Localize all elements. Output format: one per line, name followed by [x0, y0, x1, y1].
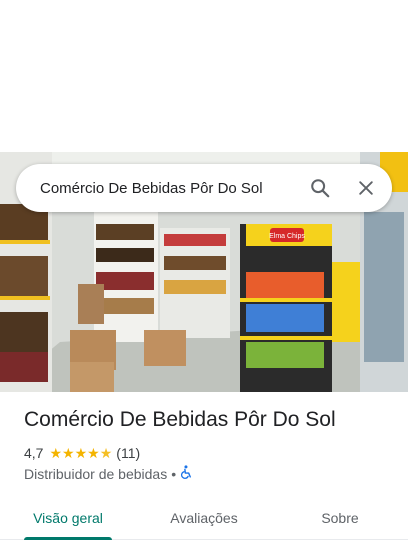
tab-reviews[interactable]: Avaliações: [136, 496, 272, 539]
tab-overview[interactable]: Visão geral: [0, 496, 136, 540]
category-row: Distribuidor de bebidas •: [24, 465, 193, 482]
place-category: Distribuidor de bebidas: [24, 465, 168, 482]
star-half-icon: ★: [99, 445, 113, 461]
search-bar[interactable]: Comércio De Bebidas Pôr Do Sol: [16, 164, 392, 212]
search-icon[interactable]: [300, 168, 340, 208]
separator: •: [171, 465, 177, 482]
close-icon[interactable]: [346, 168, 386, 208]
rating-value: 4,7: [24, 445, 44, 461]
review-count[interactable]: (11): [116, 445, 140, 461]
star-icon: ★: [87, 445, 100, 461]
wheelchair-icon: [180, 465, 193, 482]
tab-about[interactable]: Sobre: [272, 496, 408, 539]
star-icon: ★: [74, 445, 88, 461]
tab-bar: Visão geral Avaliações Sobre: [0, 496, 408, 540]
place-title: Comércio De Bebidas Pôr Do Sol: [24, 408, 336, 431]
search-input[interactable]: Comércio De Bebidas Pôr Do Sol: [40, 180, 300, 197]
rating-stars: ★ ★ ★ ★ ★: [49, 446, 112, 460]
rating-row[interactable]: 4,7 ★ ★ ★ ★ ★ (11): [24, 445, 140, 461]
star-icon: ★: [49, 445, 63, 461]
photo-sign: Elma Chips: [269, 233, 305, 240]
star-icon: ★: [62, 445, 75, 461]
